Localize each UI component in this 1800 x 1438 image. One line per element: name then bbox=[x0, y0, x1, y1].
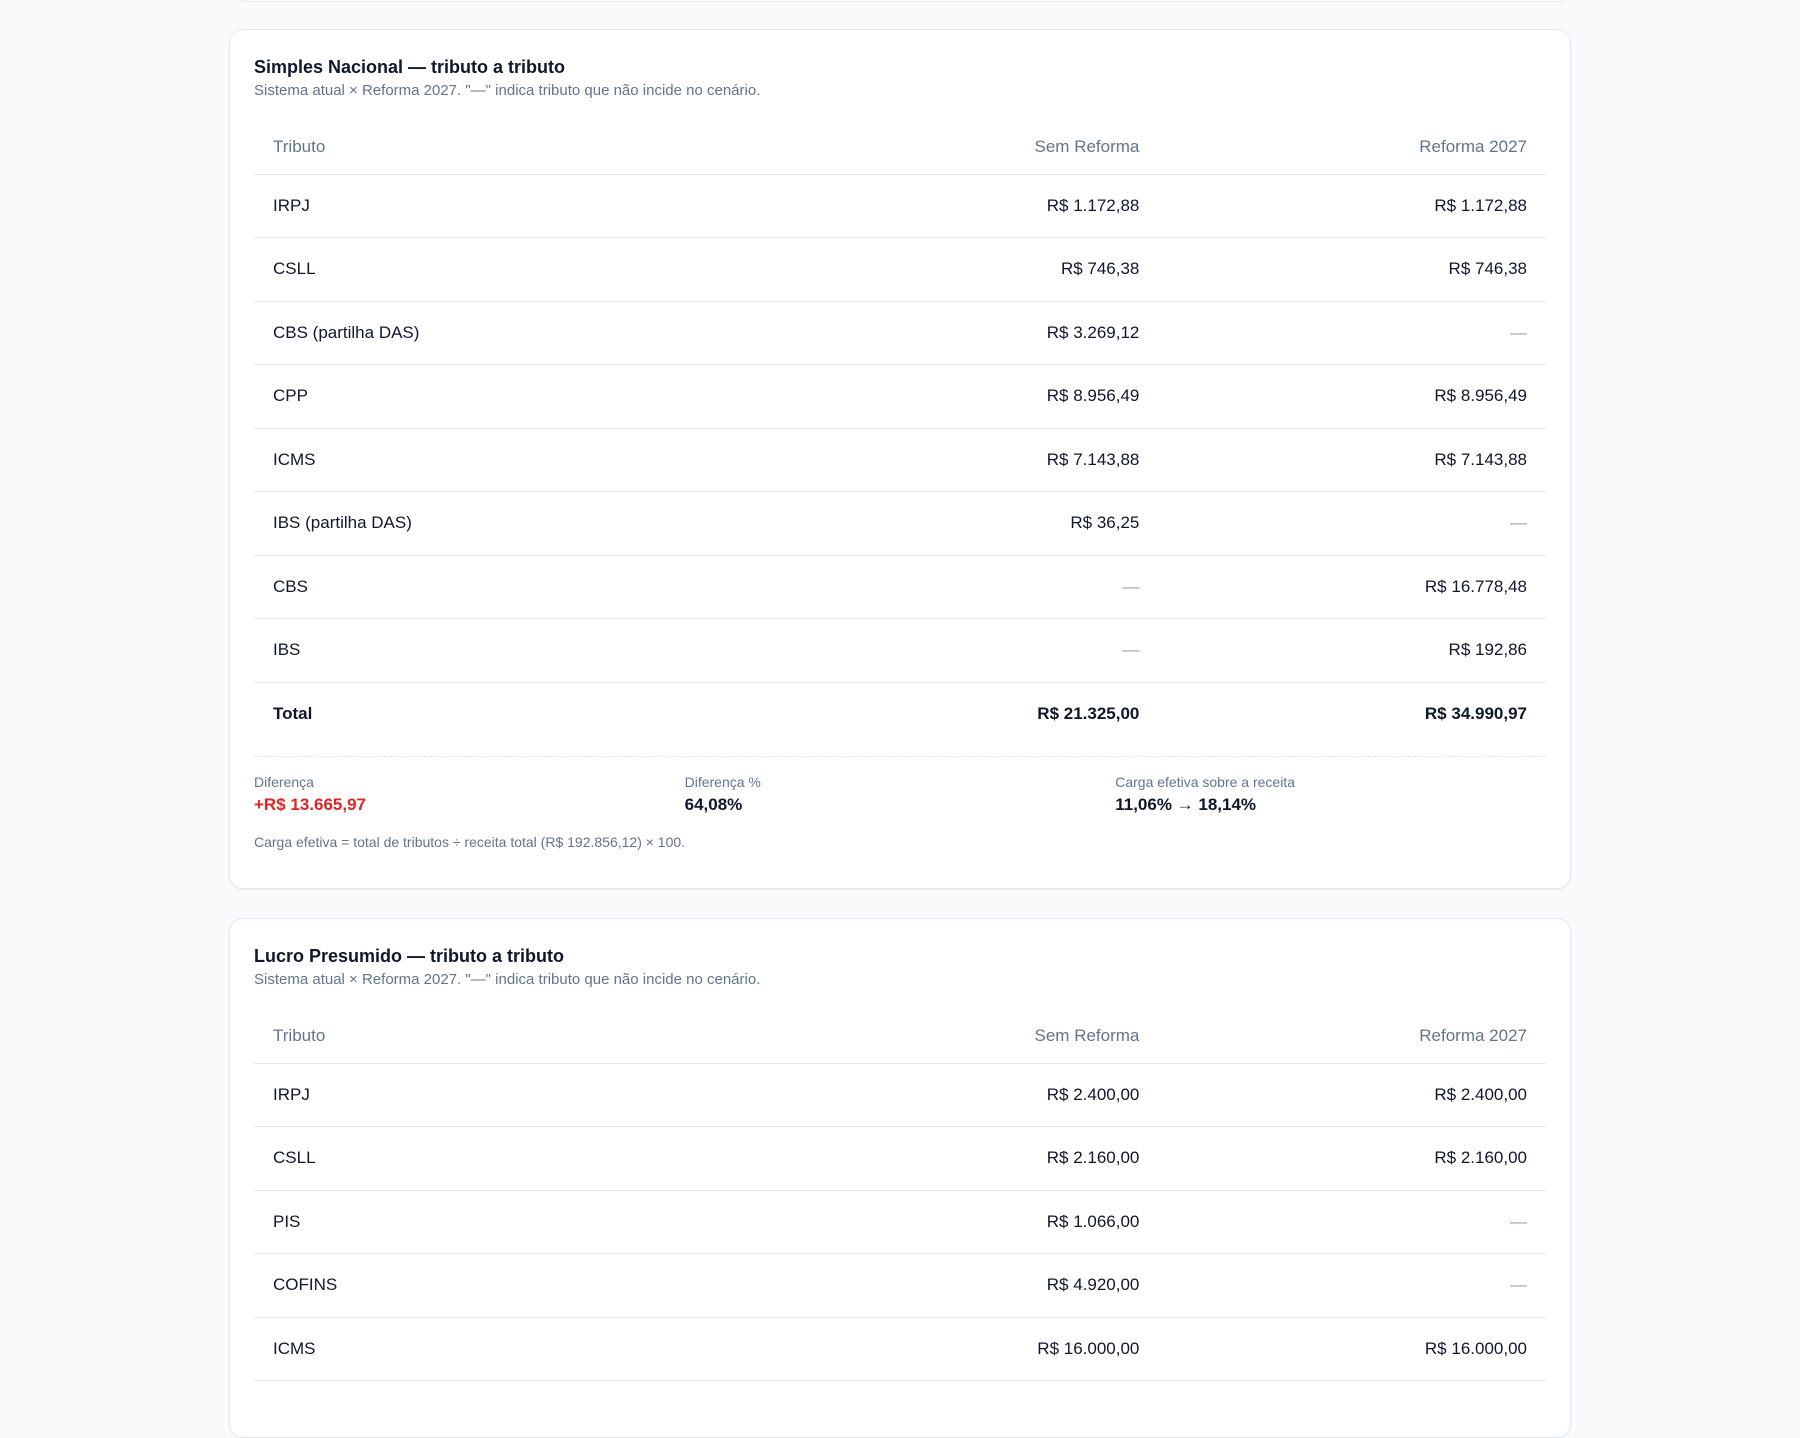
cell-tributo: IBS (partilha DAS) bbox=[254, 491, 771, 556]
header-tributo: Tributo bbox=[254, 120, 771, 175]
cell-reforma-2027: R$ 1.172,88 bbox=[1158, 174, 1546, 238]
cell-sem-reforma: R$ 2.160,00 bbox=[770, 1126, 1159, 1191]
simples-nacional-card: Simples Nacional — tributo a tributo Sis… bbox=[229, 29, 1571, 889]
table-row: IBS — R$ 192,86 bbox=[254, 618, 1546, 683]
table-row: CSLL R$ 2.160,00 R$ 2.160,00 bbox=[254, 1126, 1546, 1191]
cell-sem-reforma: R$ 1.066,00 bbox=[770, 1190, 1159, 1254]
cell-sem-reforma: R$ 746,38 bbox=[770, 237, 1159, 302]
cell-sem-reforma: R$ 8.956,49 bbox=[770, 364, 1159, 429]
summary-label: Diferença bbox=[254, 773, 314, 790]
cell-sem-reforma: R$ 16.000,00 bbox=[770, 1317, 1159, 1381]
header-sem-reforma: Sem Reforma bbox=[770, 1009, 1159, 1064]
summary-value-diferenca-pct: 64,08% bbox=[684, 794, 743, 814]
simples-tax-table: Tributo Sem Reforma Reforma 2027 IRPJ R$ … bbox=[254, 120, 1546, 746]
card-title: Simples Nacional — tributo a tributo bbox=[254, 57, 566, 77]
cell-sem-reforma: R$ 36,25 bbox=[770, 491, 1159, 556]
header-tributo: Tributo bbox=[254, 1009, 771, 1064]
cell-tributo: PIS bbox=[254, 1190, 771, 1254]
cell-sem-reforma: R$ 1.172,88 bbox=[770, 174, 1159, 238]
table-row: CBS — R$ 16.778,48 bbox=[254, 555, 1546, 619]
card-subtitle: Sistema atual × Reforma 2027. "—" indica… bbox=[254, 971, 761, 988]
cell-reforma-2027: R$ 192,86 bbox=[1158, 618, 1546, 683]
summary-value-diferenca: +R$ 13.665,97 bbox=[254, 794, 367, 814]
table-header-row: Tributo Sem Reforma Reforma 2027 bbox=[254, 120, 1546, 175]
cell-tributo: ICMS bbox=[254, 1317, 771, 1381]
cell-tributo: IBS bbox=[254, 618, 771, 683]
summary-carga-efetiva: Carga efetiva sobre a receita 11,06% → 1… bbox=[1115, 773, 1546, 815]
header-reforma-2027: Reforma 2027 bbox=[1158, 1009, 1546, 1064]
cell-reforma-2027: R$ 16.778,48 bbox=[1158, 555, 1546, 619]
table-row: CPP R$ 8.956,49 R$ 8.956,49 bbox=[254, 364, 1546, 429]
table-row: IRPJ R$ 1.172,88 R$ 1.172,88 bbox=[254, 174, 1546, 238]
cell-tributo: CSLL bbox=[254, 1126, 771, 1191]
cell-sem-reforma: R$ 4.920,00 bbox=[770, 1253, 1159, 1318]
table-row: ICMS R$ 7.143,88 R$ 7.143,88 bbox=[254, 428, 1546, 492]
card-subtitle: Sistema atual × Reforma 2027. "—" indica… bbox=[254, 82, 761, 99]
summary-label: Diferença % bbox=[684, 773, 761, 790]
header-reforma-2027: Reforma 2027 bbox=[1158, 120, 1546, 175]
total-reforma-2027: R$ 34.990,97 bbox=[1424, 704, 1527, 723]
simples-summary: Diferença +R$ 13.665,97 Diferença % 64,0… bbox=[254, 755, 1546, 815]
table-row: CSLL R$ 746,38 R$ 746,38 bbox=[254, 237, 1546, 302]
cell-reforma-2027: R$ 16.000,00 bbox=[1158, 1317, 1546, 1381]
cell-reforma-2027: — bbox=[1158, 1190, 1546, 1254]
cell-reforma-2027: R$ 8.956,49 bbox=[1158, 364, 1546, 429]
cell-reforma-2027: — bbox=[1158, 301, 1546, 365]
cell-tributo: CSLL bbox=[254, 237, 771, 302]
cell-tributo: CBS (partilha DAS) bbox=[254, 301, 771, 365]
presumido-tax-table: Tributo Sem Reforma Reforma 2027 IRPJ R$ … bbox=[254, 1009, 1546, 1381]
lucro-presumido-card: Lucro Presumido — tributo a tributo Sist… bbox=[229, 918, 1571, 1438]
cell-reforma-2027: — bbox=[1158, 491, 1546, 556]
cell-tributo: CPP bbox=[254, 364, 771, 429]
table-row: PIS R$ 1.066,00— bbox=[254, 1190, 1546, 1254]
header-sem-reforma: Sem Reforma bbox=[770, 120, 1159, 175]
cell-tributo: IRPJ bbox=[254, 1063, 771, 1127]
table-row: IRPJ R$ 2.400,00 R$ 2.400,00 bbox=[254, 1063, 1546, 1127]
cell-reforma-2027: R$ 2.400,00 bbox=[1158, 1063, 1546, 1127]
summary-label: Carga efetiva sobre a receita bbox=[1115, 773, 1295, 790]
cell-sem-reforma: — bbox=[770, 618, 1159, 683]
cell-sem-reforma: R$ 3.269,12 bbox=[770, 301, 1159, 365]
card-title: Lucro Presumido — tributo a tributo bbox=[254, 946, 564, 966]
previous-card-edge bbox=[236, 0, 1570, 2]
cell-tributo: ICMS bbox=[254, 428, 771, 492]
carga-footnote: Carga efetiva = total de tributos ÷ rece… bbox=[254, 833, 686, 850]
cell-reforma-2027: R$ 2.160,00 bbox=[1158, 1126, 1546, 1191]
summary-diferenca-pct: Diferença % 64,08% bbox=[685, 773, 1116, 815]
table-row: COFINS R$ 4.920,00— bbox=[254, 1253, 1546, 1318]
total-label: Total bbox=[273, 704, 313, 723]
cell-tributo: CBS bbox=[254, 555, 771, 619]
cell-sem-reforma: — bbox=[770, 555, 1159, 619]
cell-sem-reforma: R$ 2.400,00 bbox=[770, 1063, 1159, 1127]
table-total-row: Total R$ 21.325,00 R$ 34.990,97 bbox=[254, 682, 1546, 746]
table-header-row: Tributo Sem Reforma Reforma 2027 bbox=[254, 1009, 1546, 1064]
cell-sem-reforma: R$ 7.143,88 bbox=[770, 428, 1159, 492]
table-row: ICMS R$ 16.000,00 R$ 16.000,00 bbox=[254, 1317, 1546, 1381]
cell-reforma-2027: R$ 7.143,88 bbox=[1158, 428, 1546, 492]
summary-value-carga: 11,06% → 18,14% bbox=[1115, 794, 1257, 814]
total-sem-reforma: R$ 21.325,00 bbox=[1037, 704, 1140, 723]
cell-reforma-2027: R$ 746,38 bbox=[1158, 237, 1546, 302]
summary-diferenca: Diferença +R$ 13.665,97 bbox=[254, 773, 685, 815]
table-row: CBS (partilha DAS) R$ 3.269,12— bbox=[254, 301, 1546, 365]
cell-reforma-2027: — bbox=[1158, 1253, 1546, 1318]
table-row: IBS (partilha DAS) R$ 36,25— bbox=[254, 491, 1546, 556]
cell-tributo: COFINS bbox=[254, 1253, 771, 1318]
cell-tributo: IRPJ bbox=[254, 174, 771, 238]
